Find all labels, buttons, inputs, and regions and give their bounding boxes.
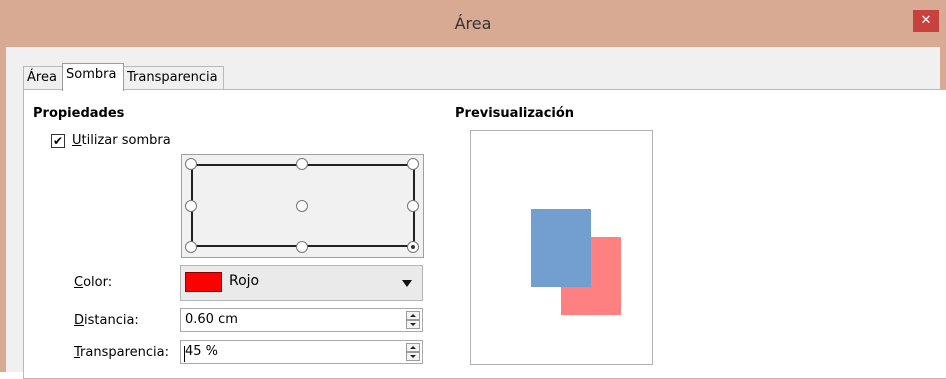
distance-label: Distancia:: [74, 313, 139, 328]
text-cursor: [184, 346, 185, 362]
color-label: Color:: [74, 275, 113, 290]
window-title: Área: [454, 14, 492, 33]
color-swatch: [185, 272, 222, 292]
title-bar: Área ✕: [0, 0, 946, 47]
position-top-center[interactable]: [296, 158, 308, 170]
position-bottom-left[interactable]: [185, 241, 197, 253]
window-frame-left: [0, 47, 6, 372]
spin-up-icon[interactable]: [406, 311, 420, 320]
transparency-label: Transparencia:: [74, 345, 169, 360]
position-middle-left[interactable]: [185, 200, 197, 212]
distance-spinner[interactable]: [406, 311, 420, 329]
tab-area[interactable]: Área: [23, 66, 63, 90]
distance-value[interactable]: 0.60 cm: [185, 312, 238, 327]
spin-up-icon[interactable]: [406, 343, 420, 352]
spin-down-icon[interactable]: [406, 320, 420, 329]
position-top-right[interactable]: [407, 158, 419, 170]
use-shadow-label[interactable]: Utilizar sombra: [72, 133, 171, 148]
distance-field[interactable]: 0.60 cm: [180, 308, 423, 332]
checkmark-icon: ✔: [52, 134, 64, 148]
close-button[interactable]: ✕: [913, 10, 939, 32]
color-value: Rojo: [229, 273, 260, 289]
position-middle-right[interactable]: [407, 200, 419, 212]
preview-heading: Previsualización: [455, 106, 575, 121]
preview-object: [531, 209, 591, 287]
use-shadow-checkbox[interactable]: ✔: [51, 134, 65, 148]
tab-sombra[interactable]: Sombra: [62, 63, 124, 91]
transparency-spinner[interactable]: [406, 343, 420, 361]
position-top-left[interactable]: [185, 158, 197, 170]
position-center[interactable]: [296, 200, 308, 212]
area-dialog: Área ✕ Área Sombra Transparencia Propied…: [0, 0, 946, 379]
properties-heading: Propiedades: [33, 106, 125, 121]
close-icon: ✕: [920, 13, 932, 28]
position-bottom-center[interactable]: [296, 241, 308, 253]
position-bottom-right[interactable]: [407, 241, 419, 253]
transparency-field[interactable]: 45 %: [180, 340, 423, 364]
tab-transparencia[interactable]: Transparencia: [123, 66, 224, 90]
transparency-value[interactable]: 45 %: [185, 344, 218, 359]
dropdown-arrow-icon[interactable]: [402, 280, 412, 287]
spin-down-icon[interactable]: [406, 352, 420, 361]
